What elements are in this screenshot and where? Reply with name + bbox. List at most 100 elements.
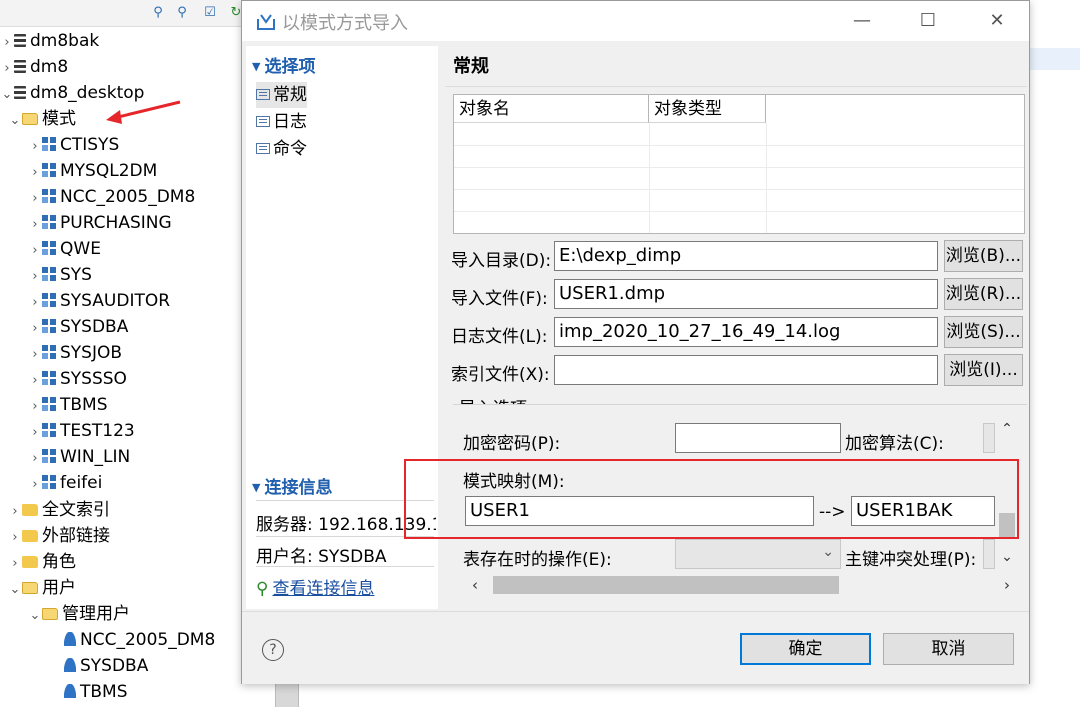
scroll-left-icon[interactable]: ‹: [463, 573, 487, 597]
browse-index-button[interactable]: 浏览(I)...: [944, 354, 1023, 386]
scroll-down-icon[interactable]: ⌄: [995, 549, 1019, 571]
expand-icon[interactable]: ›: [28, 264, 42, 290]
disconnect-icon[interactable]: ⚲: [174, 5, 190, 21]
nav-item-log[interactable]: 日志: [256, 109, 307, 135]
collapse-icon[interactable]: ⌄: [0, 82, 14, 108]
ok-button[interactable]: 确定: [740, 633, 871, 665]
nav-section-header[interactable]: ▼ 选择项: [252, 52, 315, 77]
expand-icon[interactable]: ›: [28, 368, 42, 394]
expand-icon[interactable]: ›: [28, 394, 42, 420]
collapse-icon[interactable]: ⌄: [28, 603, 42, 629]
tree-item-schema[interactable]: › SYS: [28, 262, 92, 288]
schema-icon: [42, 267, 56, 281]
column-header-object-type[interactable]: 对象类型: [649, 95, 766, 123]
minimize-button[interactable]: —: [847, 7, 877, 35]
nav-item-general[interactable]: 常规: [256, 82, 307, 108]
index-file-input[interactable]: [554, 355, 938, 385]
cancel-button[interactable]: 取消: [883, 633, 1014, 665]
tree-item-schema[interactable]: › feifei: [28, 470, 102, 496]
nav-section-title: 选择项: [264, 57, 316, 77]
tree-item-user[interactable]: TBMS: [50, 679, 128, 705]
column-header-object-name[interactable]: 对象名: [454, 95, 649, 123]
tree-item-schema[interactable]: › NCC_2005_DM8: [28, 184, 195, 210]
expand-icon[interactable]: ›: [28, 160, 42, 186]
tree-item-label: TBMS: [80, 682, 128, 702]
expand-icon[interactable]: ›: [8, 551, 22, 577]
tree-item-label: 全文索引: [42, 500, 110, 520]
edit-icon[interactable]: ☑: [202, 5, 218, 21]
tree-item-dm8[interactable]: › dm8: [0, 54, 68, 80]
collapse-icon[interactable]: ⌄: [8, 108, 22, 134]
tree-item-schema[interactable]: › TBMS: [28, 392, 107, 420]
horizontal-scrollbar[interactable]: ‹ ›: [463, 573, 1019, 597]
tree-item-schema[interactable]: › PURCHASING: [28, 210, 171, 238]
page-title: 常规: [453, 56, 489, 77]
view-connection-link[interactable]: ⚲ 查看连接信息: [256, 574, 374, 599]
tree-item-schema[interactable]: › MYSQL2DM: [28, 158, 157, 184]
nav-item-command[interactable]: 命令: [256, 136, 307, 162]
tree-item-schema[interactable]: › WIN_LIN: [28, 444, 130, 470]
scrollbar-thumb[interactable]: [493, 576, 839, 594]
tree-item-schema[interactable]: › QWE: [28, 236, 101, 262]
expand-icon[interactable]: ›: [28, 420, 42, 446]
import-dir-input[interactable]: E:\dexp_dimp: [554, 241, 938, 271]
row-divider: [454, 145, 1024, 146]
connect-icon[interactable]: ⚲: [150, 5, 166, 21]
close-button[interactable]: ✕: [982, 7, 1012, 35]
scroll-right-icon[interactable]: ›: [995, 573, 1019, 597]
expand-icon[interactable]: ›: [28, 212, 42, 238]
tree-item-users[interactable]: ⌄ 用户: [8, 575, 76, 601]
tree-item-dm8bak[interactable]: › dm8bak: [0, 28, 99, 54]
tree-item-admin-users[interactable]: ⌄ 管理用户: [28, 601, 130, 627]
object-table[interactable]: 对象名 对象类型: [453, 94, 1025, 234]
log-file-input[interactable]: imp_2020_10_27_16_49_14.log: [554, 317, 938, 347]
tree-item-schema[interactable]: › SYSJOB: [28, 340, 122, 366]
expand-icon[interactable]: ›: [28, 238, 42, 264]
background-scrollbar: [275, 684, 299, 707]
encrypt-algo-label: 加密算法(C):: [845, 434, 944, 454]
scroll-up-icon[interactable]: ⌃: [995, 421, 1019, 443]
background-editor-bottom: [245, 684, 1030, 707]
expand-icon[interactable]: ›: [28, 134, 42, 160]
expand-icon[interactable]: ›: [28, 342, 42, 368]
tree-item-schema[interactable]: › SYSAUDITOR: [28, 288, 170, 314]
expand-icon[interactable]: ›: [0, 56, 14, 82]
tree-item-roles[interactable]: › 角色: [8, 549, 76, 575]
view-connection-link-text[interactable]: 查看连接信息: [272, 579, 374, 599]
expand-icon[interactable]: ›: [0, 30, 14, 56]
expand-icon[interactable]: ›: [28, 472, 42, 498]
encrypt-password-input[interactable]: [675, 423, 841, 453]
browse-log-button[interactable]: 浏览(S)...: [944, 316, 1023, 348]
tree-item-label: NCC_2005_DM8: [80, 630, 216, 650]
expand-icon[interactable]: ›: [8, 499, 22, 525]
tree-item-schemas[interactable]: ⌄ 模式: [8, 106, 76, 132]
help-icon[interactable]: ?: [262, 639, 284, 661]
expand-icon[interactable]: ›: [8, 525, 22, 551]
tree-item-fulltext[interactable]: › 全文索引: [8, 497, 110, 523]
tree-item-schema[interactable]: › TEST123: [28, 418, 134, 446]
expand-icon[interactable]: ›: [28, 316, 42, 342]
tree-item-label: CTISYS: [60, 135, 120, 155]
collapse-icon[interactable]: ⌄: [8, 577, 22, 603]
connection-section-header[interactable]: ▼ 连接信息: [252, 473, 332, 498]
tree-item-schema[interactable]: › SYSDBA: [28, 314, 128, 340]
tree-item-user[interactable]: NCC_2005_DM8: [50, 627, 215, 653]
folder-icon: [22, 504, 38, 516]
import-file-input[interactable]: USER1.dmp: [554, 279, 938, 309]
expand-icon[interactable]: ›: [28, 290, 42, 316]
table-exists-select[interactable]: ⌄: [675, 539, 841, 569]
browse-file-button[interactable]: 浏览(R)...: [944, 278, 1023, 310]
tree-item-label: SYSJOB: [60, 343, 123, 363]
tree-item-label: MYSQL2DM: [60, 161, 158, 181]
tree-item-external-links[interactable]: › 外部链接: [8, 523, 110, 549]
encrypt-algo-select[interactable]: [983, 423, 995, 453]
tree-item-schema[interactable]: › SYSSSO: [28, 366, 127, 392]
pk-conflict-select[interactable]: [983, 539, 995, 569]
expand-icon[interactable]: ›: [28, 446, 42, 472]
maximize-button[interactable]: ☐: [913, 7, 943, 35]
dialog-footer: ? 确定 取消: [242, 611, 1029, 684]
tree-item-user[interactable]: SYSDBA: [50, 653, 148, 679]
browse-dir-button[interactable]: 浏览(B)...: [944, 240, 1023, 272]
expand-icon[interactable]: ›: [28, 186, 42, 212]
page-icon: [256, 116, 270, 127]
